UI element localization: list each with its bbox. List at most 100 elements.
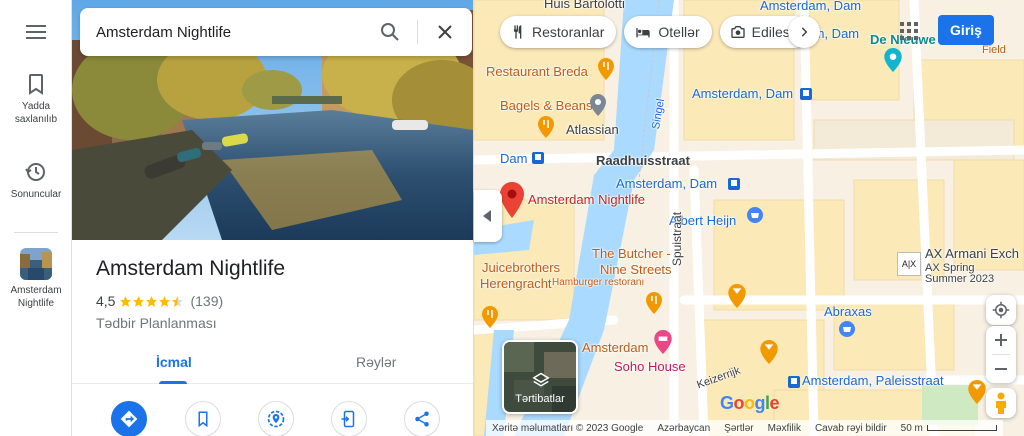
sign-in-button[interactable]: Giriş: [938, 15, 994, 45]
send-to-phone-button[interactable]: [331, 401, 367, 436]
left-rail: Yadda saxlanılıb Sonuncular Amsterdam Ni…: [0, 0, 72, 436]
zoom-controls: [986, 326, 1016, 383]
map-label-juicebrothers[interactable]: Juicebrothers: [482, 260, 560, 275]
my-location-button[interactable]: [986, 295, 1016, 325]
shopping-marker-icon[interactable]: [746, 206, 764, 226]
map-label-herengracht: Herengracht: [480, 276, 552, 291]
map-label-abraxas[interactable]: Abraxas: [824, 304, 872, 319]
rail-saved-label: Yadda saxlanılıb: [14, 101, 58, 125]
rail-recents-label: Sonuncular: [10, 189, 62, 200]
restaurant-marker-icon[interactable]: [482, 306, 498, 328]
map-label-nine-streets[interactable]: Nine Streets: [600, 262, 672, 277]
apps-grid-icon[interactable]: [900, 22, 918, 40]
directions-button[interactable]: [111, 401, 147, 436]
search-input[interactable]: [96, 8, 366, 56]
map-label-spuistraat: Spuistraat: [670, 211, 684, 266]
menu-icon[interactable]: [24, 22, 48, 42]
map-label-soho-house[interactable]: Soho House: [614, 359, 686, 374]
rail-recents[interactable]: Sonuncular: [0, 160, 72, 201]
rail-divider: [14, 232, 58, 233]
place-category[interactable]: Tədbir Planlanması: [96, 315, 217, 331]
restaurant-marker-icon[interactable]: [538, 116, 554, 138]
pegman-icon: [996, 392, 1006, 414]
minus-icon: [995, 368, 1007, 370]
shopping-marker-icon[interactable]: [838, 320, 856, 340]
chips-next-button[interactable]: [787, 16, 820, 48]
place-tabs: İcmal Rəylər: [72, 340, 473, 384]
tram-stop-icon[interactable]: [532, 152, 544, 164]
place-panel: Amsterdam Nightlife 4,5 (139) Tədbir Pla…: [72, 0, 474, 436]
bar-marker-icon[interactable]: [968, 380, 986, 404]
tram-stop-icon[interactable]: [728, 178, 740, 190]
map-label-dam-top[interactable]: Amsterdam, Dam: [760, 0, 861, 13]
map-label-paleisstraat[interactable]: Amsterdam, Paleisstraat: [802, 373, 944, 388]
selected-place-pin-icon[interactable]: [500, 182, 524, 218]
church-marker-icon[interactable]: [884, 48, 902, 72]
review-count[interactable]: (139): [190, 293, 223, 309]
street-view-button[interactable]: [986, 388, 1016, 418]
tram-stop-icon[interactable]: [800, 88, 812, 100]
map-label-dam-mid[interactable]: Amsterdam, Dam: [692, 86, 793, 101]
star-icon: [159, 295, 171, 307]
place-marker-icon[interactable]: [590, 94, 606, 116]
map-label-breda[interactable]: Restaurant Breda: [486, 64, 588, 79]
footer-feedback[interactable]: Cavab rəyi bildir: [815, 423, 887, 434]
bookmark-icon: [24, 72, 48, 96]
chip-hotels[interactable]: Otellər: [624, 16, 712, 48]
map-label-raadhuisstraat: Raadhuisstraat: [596, 153, 690, 168]
share-icon: [415, 411, 429, 427]
hotel-icon: [636, 28, 651, 38]
search-icon[interactable]: [378, 20, 402, 44]
map-label-field[interactable]: Field: [982, 44, 1006, 56]
footer-country[interactable]: Azərbaycan: [657, 423, 710, 434]
collapse-panel-button[interactable]: [474, 190, 502, 242]
map-label-bagels[interactable]: Bagels & Beans: [500, 98, 593, 113]
camera-icon: [730, 26, 745, 38]
map-label-dam-left[interactable]: Dam: [500, 151, 527, 166]
chevron-left-icon: [483, 210, 491, 222]
chip-restaurants-label: Restoranlar: [532, 24, 605, 40]
footer-terms[interactable]: Şərtlər: [724, 423, 753, 434]
footer-privacy[interactable]: Məxfilik: [768, 423, 801, 434]
hotel-marker-icon[interactable]: [654, 330, 672, 354]
map-label-armani[interactable]: AX Armani Exch: [925, 246, 1019, 261]
plus-icon: [995, 334, 1007, 346]
map-canvas[interactable]: Huis Bartolotti Amsterdam, Dam Amsterdam…: [474, 0, 1024, 436]
my-location-icon: [992, 301, 1010, 319]
zoom-in-button[interactable]: [986, 326, 1016, 354]
rail-recent-place[interactable]: Amsterdam Nightlife: [0, 248, 72, 310]
restaurant-marker-icon[interactable]: [646, 292, 662, 314]
tab-reviews[interactable]: Rəylər: [356, 354, 396, 370]
map-label-dam-bottom[interactable]: Amsterdam: [582, 340, 648, 355]
directions-icon: [120, 410, 138, 428]
armani-logo-icon[interactable]: A|X: [897, 252, 921, 276]
map-label-bartolotti[interactable]: Huis Bartolotti: [544, 0, 625, 11]
map-label-atlassian[interactable]: Atlassian: [566, 122, 619, 137]
layers-button[interactable]: Tərtibatlar: [502, 340, 578, 414]
tab-overview[interactable]: İcmal: [156, 354, 192, 370]
phone-icon: [341, 410, 355, 428]
search-box: [80, 8, 472, 56]
tram-stop-icon[interactable]: [788, 376, 800, 388]
recent-place-thumbnail: [20, 248, 52, 280]
map-label-dam-center[interactable]: Amsterdam, Dam: [616, 176, 717, 191]
bar-marker-icon[interactable]: [760, 340, 778, 364]
scale-bar[interactable]: 50 m: [901, 423, 997, 434]
rail-saved[interactable]: Yadda saxlanılıb: [0, 72, 72, 126]
rating-stars: [119, 295, 184, 308]
zoom-out-button[interactable]: [986, 355, 1016, 383]
map-label-butcher[interactable]: The Butcher -: [592, 246, 671, 261]
nearby-button[interactable]: [258, 401, 294, 436]
map-label-nightlife[interactable]: Amsterdam Nightlife: [528, 192, 645, 207]
place-title: Amsterdam Nightlife: [96, 257, 286, 280]
rating-row[interactable]: 4,5 (139): [96, 293, 223, 309]
chip-restaurants[interactable]: Restoranlar: [500, 16, 617, 48]
scale-label: 50 m: [900, 422, 923, 434]
share-button[interactable]: [404, 401, 440, 436]
close-icon[interactable]: [433, 20, 457, 44]
restaurant-marker-icon[interactable]: [598, 58, 614, 80]
bar-marker-icon[interactable]: [728, 284, 746, 308]
save-button[interactable]: [185, 401, 221, 436]
map-label-armani-summer: Summer 2023: [925, 273, 995, 285]
rating-value: 4,5: [96, 293, 116, 309]
